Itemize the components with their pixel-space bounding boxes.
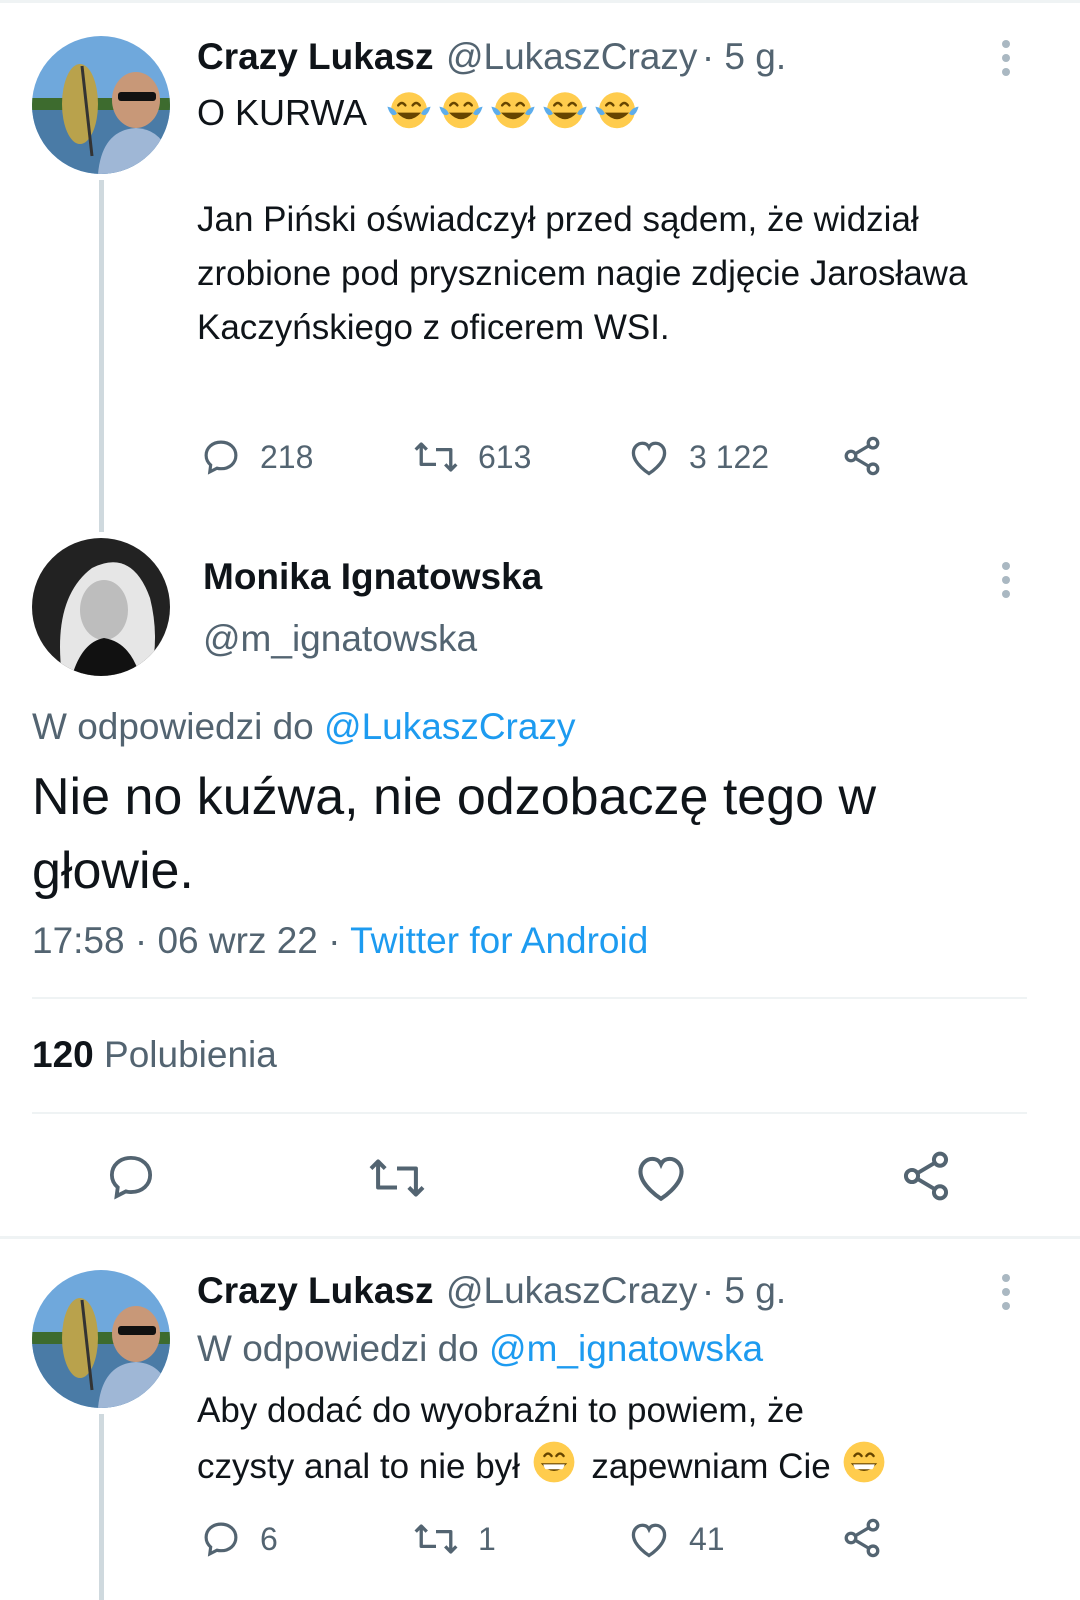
heart-icon xyxy=(631,1523,667,1558)
retweet-icon xyxy=(414,1524,458,1554)
like-count: 3 122 xyxy=(689,438,770,475)
face-with-tears-of-joy-icon xyxy=(439,92,483,129)
reply-count: 6 xyxy=(260,1520,278,1557)
face-with-tears-of-joy-icon xyxy=(491,92,535,129)
tweet3-line2: czysty anal to nie był zapewniam Cie xyxy=(197,1438,892,1494)
line2-text-b: zapewniam Cie xyxy=(591,1447,831,1486)
face-with-tears-of-joy-icon xyxy=(543,92,587,129)
author-name[interactable]: Monika Ignatowska xyxy=(203,556,542,598)
face-with-tears-of-joy-icon xyxy=(387,92,431,129)
retweet-button[interactable]: 613 xyxy=(412,436,531,478)
reply-context: W odpowiedzi do @LukaszCrazy xyxy=(32,706,575,748)
more-options-icon[interactable] xyxy=(1000,40,1012,80)
tweet1-headline: O KURWA xyxy=(197,85,645,140)
author-handle[interactable]: @LukaszCrazy xyxy=(446,1270,697,1311)
more-options-icon[interactable] xyxy=(1000,1274,1012,1314)
tweet1-body: Jan Piński oświadczył przed sądem, że wi… xyxy=(197,200,968,347)
headline-text: O KURWA xyxy=(197,92,366,133)
reply-context: W odpowiedzi do @m_ignatowska xyxy=(197,1328,763,1370)
heart-icon xyxy=(631,441,667,476)
section-divider xyxy=(0,1236,1080,1239)
laughing-emoji-row xyxy=(385,92,645,133)
retweet-count: 613 xyxy=(478,438,532,475)
tweet-source-link[interactable]: Twitter for Android xyxy=(350,920,648,961)
tweet-age[interactable]: · 5 g. xyxy=(702,1270,786,1311)
thread-line xyxy=(99,1414,104,1600)
like-button[interactable]: 41 xyxy=(627,1518,725,1560)
likes-summary[interactable]: 120 Polubienia xyxy=(32,1034,277,1076)
divider xyxy=(32,1112,1027,1114)
tweet3-line1: Aby dodać do wyobraźni to powiem, że xyxy=(197,1391,804,1430)
line2-text-a: czysty anal to nie był xyxy=(197,1447,520,1486)
face-with-tears-of-joy-icon xyxy=(595,92,639,129)
share-button[interactable] xyxy=(840,434,884,478)
author-name[interactable]: Crazy Lukasz xyxy=(197,1270,434,1311)
avatar-crazy-lukasz[interactable] xyxy=(32,1270,170,1408)
avatar-monika-ignatowska[interactable] xyxy=(32,538,170,676)
tweet-meta: 17:58 · 06 wrz 22 · Twitter for Android xyxy=(32,920,648,962)
reply-prefix: W odpowiedzi do xyxy=(32,706,314,747)
likes-total: 120 xyxy=(32,1034,94,1075)
retweet-icon xyxy=(414,442,458,472)
tweet-timestamp[interactable]: 17:58 · 06 wrz 22 · xyxy=(32,920,340,961)
author-name[interactable]: Crazy Lukasz xyxy=(197,36,434,77)
reply-icon xyxy=(204,1522,238,1557)
retweet-icon xyxy=(369,1159,425,1197)
tweet-age[interactable]: · 5 g. xyxy=(702,36,786,77)
reply-icon xyxy=(204,440,238,475)
reply-to-link[interactable]: @LukaszCrazy xyxy=(324,706,575,747)
like-count: 41 xyxy=(689,1520,725,1557)
reply-count: 218 xyxy=(260,438,314,475)
reply-button[interactable]: 6 xyxy=(200,1518,278,1560)
grinning-face-icon xyxy=(844,1441,885,1483)
author-handle[interactable]: @m_ignatowska xyxy=(203,618,477,660)
reply-button[interactable] xyxy=(104,1150,158,1209)
heart-icon xyxy=(638,1156,684,1202)
author-handle[interactable]: @LukaszCrazy xyxy=(446,36,697,77)
share-button[interactable] xyxy=(840,1516,884,1560)
likes-label: Polubienia xyxy=(104,1034,277,1075)
share-icon xyxy=(903,1151,949,1201)
like-button[interactable] xyxy=(632,1150,690,1209)
share-icon xyxy=(844,1518,880,1558)
thread-line xyxy=(99,180,104,532)
top-divider xyxy=(0,0,1080,3)
grinning-face-icon xyxy=(533,1441,575,1483)
reply-prefix: W odpowiedzi do xyxy=(197,1328,479,1369)
more-options-icon[interactable] xyxy=(1000,562,1012,602)
retweet-count: 1 xyxy=(478,1520,496,1557)
reply-button[interactable]: 218 xyxy=(200,436,313,478)
share-button[interactable] xyxy=(898,1148,954,1209)
tweet1-header: Crazy Lukasz @LukaszCrazy · 5 g. xyxy=(197,36,786,78)
main-tweet-text: Nie no kuźwa, nie odzobaczę tego w głowi… xyxy=(32,768,877,900)
tweet3-header: Crazy Lukasz @LukaszCrazy · 5 g. xyxy=(197,1270,786,1312)
reply-to-link[interactable]: @m_ignatowska xyxy=(489,1328,763,1369)
avatar-crazy-lukasz[interactable] xyxy=(32,36,170,174)
retweet-button[interactable]: 1 xyxy=(412,1518,496,1560)
reply-icon xyxy=(109,1155,153,1200)
grinning-emoji xyxy=(840,1441,892,1486)
divider xyxy=(32,997,1027,999)
retweet-button[interactable] xyxy=(366,1152,428,1209)
share-icon xyxy=(844,436,880,476)
grinning-emoji xyxy=(530,1441,582,1486)
like-button[interactable]: 3 122 xyxy=(627,436,769,478)
